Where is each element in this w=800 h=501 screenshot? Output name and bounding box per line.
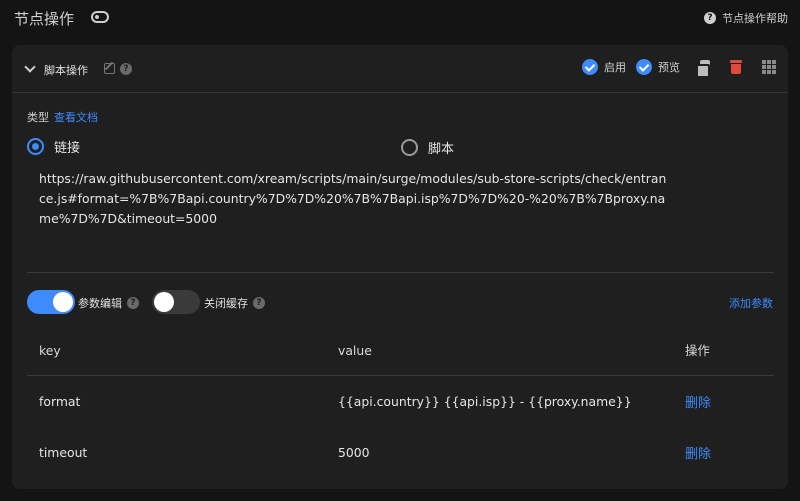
radio-label: 链接 <box>54 141 81 156</box>
enable-label[interactable]: 启用 <box>604 59 626 75</box>
card-header: 脚本操作 ? 启用 预览 <box>12 45 788 93</box>
delete-button[interactable]: 删除 <box>685 392 711 411</box>
param-edit-switch[interactable] <box>27 290 75 314</box>
param-value[interactable]: 5000 <box>338 445 370 460</box>
table-row: timeout 5000 删除 <box>27 427 774 478</box>
card-title: 脚本操作 <box>44 64 88 77</box>
disable-cache-label: 关闭缓存 ? <box>204 295 265 311</box>
script-url-field[interactable]: https://raw.githubusercontent.com/xream/… <box>39 169 669 229</box>
page-title: 节点操作 <box>14 10 75 28</box>
table-header: key value 操作 <box>27 325 774 376</box>
check-circle-icon[interactable] <box>582 59 598 75</box>
radio-unselected-icon[interactable] <box>401 139 418 156</box>
radio-link[interactable]: 链接 <box>27 137 80 156</box>
help-icon[interactable]: ? <box>120 63 132 75</box>
check-circle-icon[interactable] <box>636 59 652 75</box>
add-param-button[interactable]: 添加参数 <box>729 295 773 311</box>
col-key: key <box>39 342 61 358</box>
radio-selected-icon[interactable] <box>27 138 44 155</box>
toggle-icon[interactable] <box>91 11 109 23</box>
edit-icon[interactable] <box>104 63 115 74</box>
help-icon[interactable]: ? <box>253 297 265 309</box>
param-key[interactable]: timeout <box>39 445 87 460</box>
preview-label[interactable]: 预览 <box>658 59 680 75</box>
type-label: 类型 <box>27 111 49 124</box>
help-icon: ? <box>704 12 716 24</box>
help-label: 节点操作帮助 <box>722 12 788 25</box>
type-row: 类型 查看文档 <box>27 109 98 125</box>
trash-icon[interactable] <box>730 60 742 74</box>
param-value[interactable]: {{api.country}} {{api.isp}} - {{proxy.na… <box>338 394 632 409</box>
header-actions: 启用 预览 <box>582 59 776 78</box>
disable-cache-switch[interactable] <box>152 290 200 314</box>
params-table: key value 操作 format {{api.country}} {{ap… <box>27 325 774 478</box>
col-value: value <box>338 342 372 358</box>
param-key[interactable]: format <box>39 394 80 409</box>
help-icon[interactable]: ? <box>127 297 139 309</box>
help-link[interactable]: ? 节点操作帮助 <box>704 10 788 26</box>
copy-icon[interactable] <box>696 60 710 78</box>
param-edit-label: 参数编辑 ? <box>78 295 139 311</box>
divider <box>27 272 774 273</box>
radio-script[interactable]: 脚本 <box>401 138 454 157</box>
chevron-down-icon[interactable] <box>24 61 36 73</box>
table-row: format {{api.country}} {{api.isp}} - {{p… <box>27 376 774 427</box>
delete-button[interactable]: 删除 <box>685 443 711 462</box>
drag-grid-icon[interactable] <box>762 60 776 74</box>
radio-label: 脚本 <box>428 142 455 157</box>
view-docs-link[interactable]: 查看文档 <box>54 111 98 124</box>
script-operation-card: 脚本操作 ? 启用 预览 类型 查看文档 链接 脚本 https://raw.gi… <box>12 45 788 489</box>
col-action: 操作 <box>685 343 710 358</box>
